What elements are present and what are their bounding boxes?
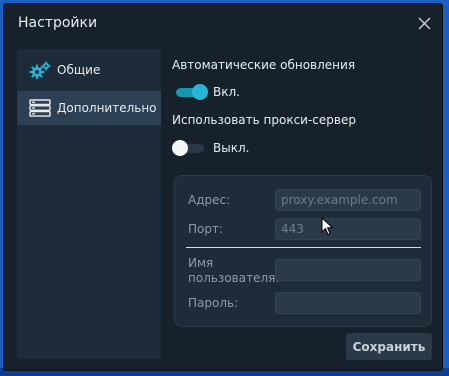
gears-icon xyxy=(29,61,51,79)
auto-update-toggle[interactable] xyxy=(172,84,208,100)
proxy-label: Использовать прокси-сервер xyxy=(172,113,356,127)
settings-window: Настройки Общие Дополнительно Автоматиче… xyxy=(3,3,443,371)
sidebar-item-label: Общие xyxy=(57,63,101,77)
password-input[interactable] xyxy=(275,292,421,314)
address-label: Адрес: xyxy=(188,193,231,207)
auto-update-state: Вкл. xyxy=(213,85,240,99)
sidebar-item-label: Дополнительно xyxy=(57,101,157,115)
proxy-toggle[interactable] xyxy=(172,140,208,156)
divider xyxy=(186,247,421,248)
sidebar: Общие Дополнительно xyxy=(17,49,161,359)
mouse-cursor-icon xyxy=(321,217,334,236)
auto-update-label: Автоматические обновления xyxy=(172,58,356,72)
sidebar-item-advanced[interactable]: Дополнительно xyxy=(17,91,161,125)
toggle-knob xyxy=(192,84,208,100)
port-label: Порт: xyxy=(188,222,224,236)
server-icon xyxy=(29,99,51,117)
username-input[interactable] xyxy=(275,259,421,281)
address-input[interactable] xyxy=(275,189,421,211)
proxy-settings-group: Адрес: Порт: Имя пользователя: Пароль: xyxy=(174,175,432,327)
port-input[interactable] xyxy=(275,218,421,240)
close-icon xyxy=(418,17,430,29)
toggle-knob xyxy=(172,140,188,156)
sidebar-item-general[interactable]: Общие xyxy=(17,53,161,87)
password-label: Пароль: xyxy=(188,296,239,310)
advanced-settings-panel: Автоматические обновления Вкл. Использов… xyxy=(171,49,442,370)
username-label: Имя пользователя: xyxy=(188,256,280,285)
proxy-state: Выкл. xyxy=(213,141,250,155)
close-button[interactable] xyxy=(414,13,434,33)
save-button[interactable]: Сохранить xyxy=(346,333,432,360)
title-bar: Настройки xyxy=(4,4,442,42)
window-title: Настройки xyxy=(18,15,98,31)
